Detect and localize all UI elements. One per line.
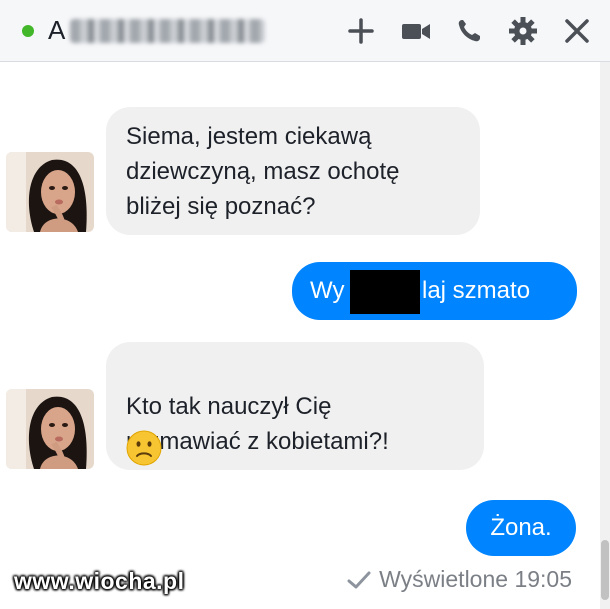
settings-button[interactable] (506, 14, 540, 48)
phone-icon (458, 20, 480, 42)
blurred-contact-name (70, 19, 265, 43)
gear-icon (509, 17, 537, 45)
chat-header: A (0, 0, 610, 62)
scrollbar-thumb[interactable] (601, 540, 609, 600)
message-text-end: laj szmato (422, 277, 531, 304)
checkmark-icon (347, 571, 371, 588)
frowning-face-emoji-icon (126, 430, 162, 466)
voice-call-button[interactable] (452, 14, 486, 48)
close-button[interactable] (560, 14, 594, 48)
message-bubble-incoming[interactable]: Siema, jestem ciekawą dziewczyną, masz o… (106, 107, 480, 235)
contact-initial: A (48, 15, 66, 45)
message-text: Kto tak nauczył Cię rozmawiać z kobietam… (126, 393, 389, 455)
seen-status: Wyświetlone 19:05 (347, 566, 572, 593)
video-camera-icon (402, 24, 430, 39)
message-bubble-outgoing[interactable]: Wy laj szmato (292, 262, 577, 320)
avatar[interactable] (6, 389, 94, 469)
watermark: www.wiocha.pl (14, 568, 185, 594)
close-icon (565, 19, 589, 43)
message-bubble-incoming[interactable]: Kto tak nauczył Cię rozmawiać z kobietam… (106, 342, 484, 470)
redaction-block (350, 270, 420, 314)
video-call-button[interactable] (399, 14, 433, 48)
online-status-dot (22, 25, 34, 37)
seen-label: Wyświetlone 19:05 (379, 566, 572, 592)
add-people-button[interactable] (344, 14, 378, 48)
contact-name[interactable]: A (48, 15, 65, 46)
plus-icon (348, 18, 374, 44)
message-text-start: Wy (310, 277, 345, 304)
scrollbar-track[interactable] (600, 62, 610, 609)
avatar[interactable] (6, 152, 94, 232)
message-bubble-outgoing[interactable]: Żona. (466, 500, 576, 556)
